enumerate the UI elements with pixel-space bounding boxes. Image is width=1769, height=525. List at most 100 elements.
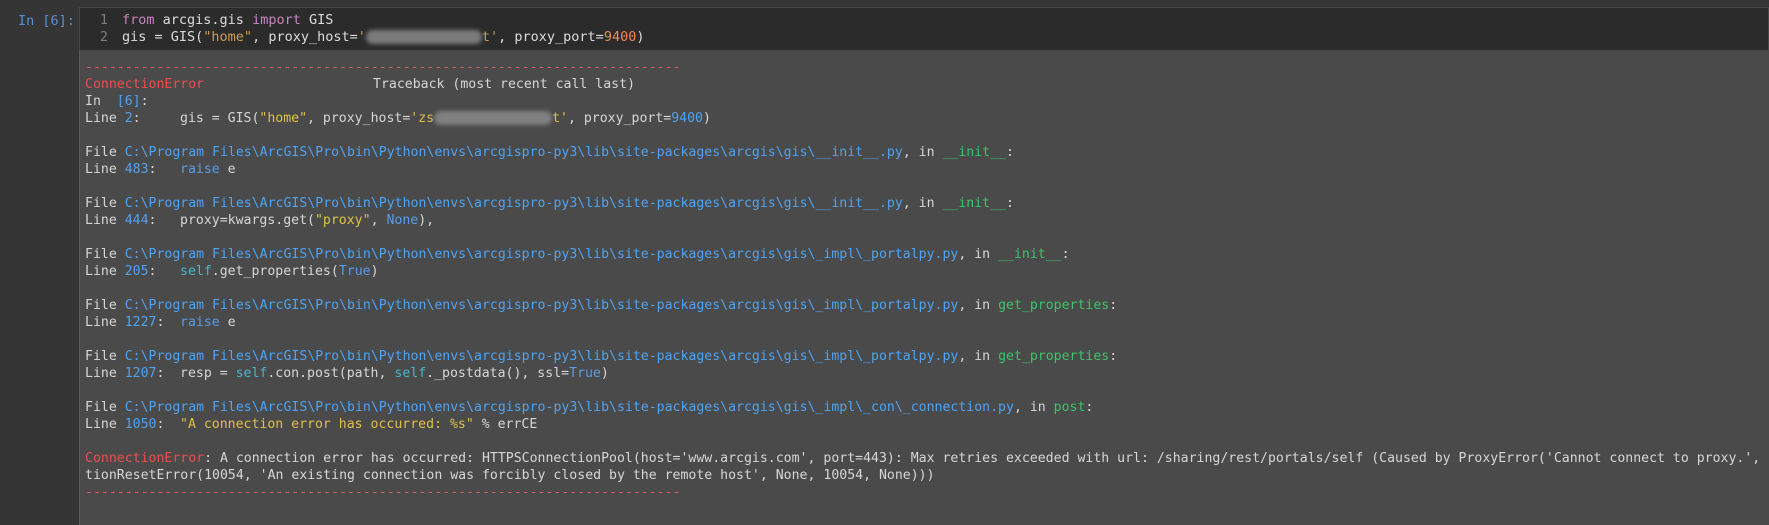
line-label: Line (85, 162, 125, 177)
line-number: 205 (124, 264, 149, 279)
code-text: gis = GIS( (122, 29, 204, 45)
traceback-header: ConnectionError Traceback (most recent ca… (85, 76, 1769, 93)
string-literal: 'zs (410, 111, 435, 126)
in-label: In (85, 94, 117, 109)
line-label: Line (85, 417, 125, 432)
file-path-link[interactable]: C:\Program Files\ArcGIS\Pro\bin\Python\e… (125, 196, 903, 211)
line-number: 1207 (124, 366, 157, 381)
code-token: ) (370, 264, 379, 279)
module-name: arcgis.gis (154, 12, 253, 28)
in-label: , in (958, 298, 999, 313)
file-path-link[interactable]: C:\Program Files\ArcGIS\Pro\bin\Python\e… (125, 145, 903, 160)
colon: : (156, 366, 165, 381)
colon: : (1061, 247, 1070, 262)
code-text: , proxy_host= (252, 29, 358, 45)
cell-output: ----------------------------------------… (79, 51, 1769, 525)
frame-code-line: Line 483: raise e (85, 161, 1769, 178)
file-label: File (85, 400, 125, 415)
number-literal: 9400 (671, 111, 703, 126)
file-path-link[interactable]: C:\Program Files\ArcGIS\Pro\bin\Python\e… (125, 298, 959, 313)
function-name: __init__ (998, 247, 1062, 262)
line-label: Line (85, 264, 125, 279)
code-token: resp = (180, 366, 236, 381)
string-literal: ' (357, 29, 366, 45)
colon: : (148, 162, 157, 177)
colon: : (140, 94, 149, 109)
code-text: , proxy_port= (498, 29, 604, 45)
code-token: .con.post(path, (267, 366, 395, 381)
function-name: get_properties (998, 298, 1110, 313)
function-name: __init__ (942, 145, 1007, 160)
file-path-link[interactable]: C:\Program Files\ArcGIS\Pro\bin\Python\e… (125, 400, 1014, 415)
string-literal: t' (481, 29, 499, 45)
code-token: raise (180, 315, 220, 330)
code-editor[interactable]: 1 from arcgis.gis import GIS 2 gis = GIS("… (79, 7, 1769, 51)
redacted-blur (434, 111, 553, 125)
keyword-import: import (252, 12, 301, 28)
code-token: True (569, 366, 601, 381)
frame-file-line: File C:\Program Files\ArcGIS\Pro\bin\Pyt… (85, 246, 1769, 263)
in-label: , in (902, 145, 943, 160)
cell-prompt: In [6]: (18, 13, 75, 29)
file-path-link[interactable]: C:\Program Files\ArcGIS\Pro\bin\Python\e… (125, 247, 959, 262)
final-error-line-1: ConnectionError: A connection error has … (85, 450, 1769, 467)
code-text: ) (636, 29, 645, 45)
frame-file-line: File C:\Program Files\ArcGIS\Pro\bin\Pyt… (85, 399, 1769, 416)
traceback-separator: ----------------------------------------… (85, 485, 681, 500)
import-name: GIS (300, 12, 334, 28)
line-number: 483 (124, 162, 149, 177)
code-text: , proxy_port= (567, 111, 672, 126)
line-number: 2 (99, 29, 108, 45)
file-label: File (85, 298, 125, 313)
colon: : (1006, 145, 1014, 160)
code-token: self (235, 366, 268, 381)
frame-code-line: Line 205: self.get_properties(True) (85, 263, 1769, 280)
frame-code-line: Line 1227: raise e (85, 314, 1769, 331)
code-token: "proxy" (314, 213, 371, 228)
line-number: 444 (124, 213, 149, 228)
colon: : (156, 315, 165, 330)
frame-code-line: Line 1050: "A connection error has occurr… (85, 416, 1769, 433)
code-token: ), (418, 213, 435, 228)
in-label: , in (1013, 400, 1054, 415)
code-line-1[interactable]: 1 from arcgis.gis import GIS (80, 11, 334, 29)
redacted-blur (365, 30, 482, 44)
error-message: : A connection error has occurred: HTTPS… (204, 451, 1769, 466)
colon: : (148, 213, 157, 228)
line-number: 1050 (124, 417, 157, 432)
file-label: File (85, 196, 125, 211)
file-path-link[interactable]: C:\Program Files\ArcGIS\Pro\bin\Python\e… (125, 349, 959, 364)
function-name: get_properties (998, 349, 1110, 364)
line-label: Line (85, 213, 125, 228)
frame-code-line: Line 444: proxy=kwargs.get("proxy", None)… (85, 212, 1769, 229)
line-label: Line (85, 366, 125, 381)
traceback-frames: File C:\Program Files\ArcGIS\Pro\bin\Pyt… (85, 144, 1769, 450)
frame-file-line: File C:\Program Files\ArcGIS\Pro\bin\Pyt… (85, 195, 1769, 212)
frame-file-line: File C:\Program Files\ArcGIS\Pro\bin\Pyt… (85, 348, 1769, 365)
colon: : (1109, 349, 1118, 364)
frame-file-line: File C:\Program Files\ArcGIS\Pro\bin\Pyt… (85, 297, 1769, 314)
final-error-line-2: tionResetError(10054, 'An existing conne… (85, 468, 935, 483)
code-token: raise (180, 162, 220, 177)
code-text: , proxy_host= (307, 111, 411, 126)
line-label: Line (85, 111, 125, 126)
number-literal: 9400 (603, 29, 637, 45)
traceback-separator: ----------------------------------------… (85, 60, 681, 75)
code-token: True (338, 264, 371, 279)
colon: : (1085, 400, 1094, 415)
code-token: ._postdata(), ssl= (426, 366, 570, 381)
colon: : (148, 264, 157, 279)
notebook-cell: In [6]: 1 from arcgis.gis import GIS 2 gis… (0, 0, 1769, 525)
in-label: , in (958, 349, 999, 364)
in-label: , in (958, 247, 999, 262)
colon: : (1006, 196, 1014, 211)
code-token: None (386, 213, 419, 228)
code-text: ) (702, 111, 711, 126)
code-token: .get_properties( (211, 264, 339, 279)
function-name: __init__ (942, 196, 1007, 211)
frame-file-line: File C:\Program Files\ArcGIS\Pro\bin\Pyt… (85, 144, 1769, 161)
code-line-2[interactable]: 2 gis = GIS("home", proxy_host=' t', proxy… (80, 28, 645, 46)
code-token: "A connection error has occurred: %s" (180, 417, 474, 432)
traceback-first-line: Line 2: gis = GIS("home", proxy_host='zs t… (85, 111, 711, 126)
code-token: e (219, 162, 236, 177)
